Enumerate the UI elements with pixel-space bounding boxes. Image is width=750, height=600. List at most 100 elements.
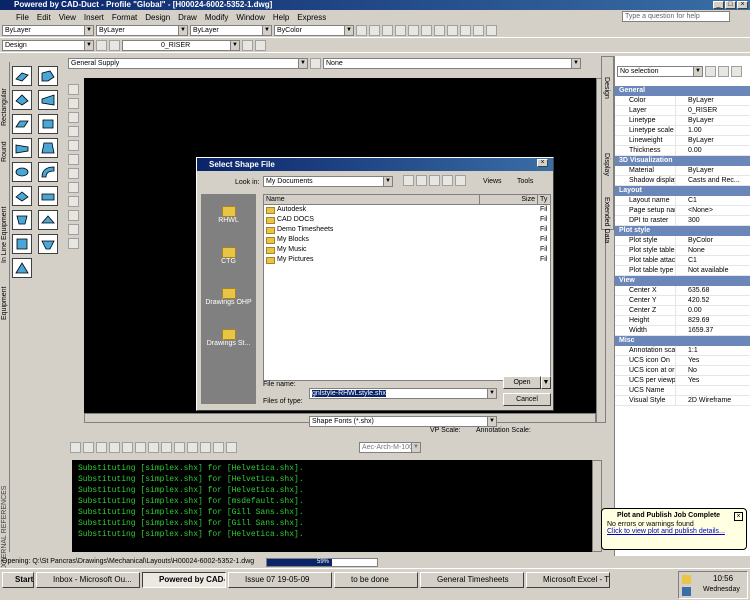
center-mark-icon[interactable] — [213, 441, 224, 453]
tab-round[interactable]: Round — [1, 128, 8, 162]
make-current-icon[interactable] — [242, 40, 253, 51]
printer-tray-icon[interactable] — [682, 575, 691, 584]
property-row[interactable]: Plot table type Not available — [615, 266, 750, 276]
property-row[interactable]: Center Y 420.52 — [615, 296, 750, 306]
rect-reducer-icon[interactable] — [12, 138, 32, 158]
table-icon[interactable] — [68, 224, 79, 235]
layer-previous-icon[interactable] — [255, 40, 266, 51]
menu-view[interactable]: View — [59, 13, 76, 22]
selection-combo[interactable]: No selection ▼ — [617, 65, 703, 77]
look-in-combo[interactable]: My Documents ▼ — [263, 176, 393, 187]
menu-draw[interactable]: Draw — [178, 13, 197, 22]
property-value[interactable]: ByLayer — [675, 136, 750, 145]
layer-name-combo[interactable]: 0_RISER ▼ — [122, 40, 240, 51]
leader-icon[interactable] — [187, 441, 198, 453]
file-row[interactable]: My Pictures Fil — [264, 255, 550, 265]
network-tray-icon[interactable] — [682, 587, 691, 596]
circle-icon[interactable] — [68, 140, 79, 151]
property-row[interactable]: UCS per viewportYes — [615, 376, 750, 386]
dim-edit-icon[interactable] — [226, 441, 237, 453]
property-row[interactable]: Thickness 0.00 — [615, 146, 750, 156]
rect-shoe-icon[interactable] — [38, 114, 58, 134]
property-row[interactable]: Color ByLayer — [615, 96, 750, 106]
cut-icon[interactable] — [408, 25, 419, 36]
property-row[interactable]: Annotation scale1:1 — [615, 346, 750, 356]
file-row[interactable]: Autodesk Fil — [264, 205, 550, 215]
system-settings-icon[interactable] — [310, 57, 321, 69]
file-row[interactable]: My Music Fil — [264, 245, 550, 255]
polyline-icon[interactable] — [68, 98, 79, 109]
property-row[interactable]: Visual Style 2D Wireframe — [615, 396, 750, 406]
task-to-be-done[interactable]: to be done — [334, 572, 418, 588]
undo-icon[interactable] — [447, 25, 458, 36]
property-row[interactable]: Plot table attache...C1 — [615, 256, 750, 266]
tools-menu[interactable]: Tools — [517, 178, 533, 185]
place-drawings-ohp[interactable]: Drawings OHP — [201, 276, 256, 317]
color-combo[interactable]: ByColor ▼ — [274, 25, 354, 36]
property-row[interactable]: Plot style ByColor — [615, 236, 750, 246]
copy-icon[interactable] — [421, 25, 432, 36]
angular-icon[interactable] — [148, 441, 159, 453]
property-section-header[interactable]: Layout — [615, 186, 750, 196]
property-row[interactable]: UCS icon at originNo — [615, 366, 750, 376]
property-value[interactable]: <None> — [675, 206, 750, 215]
rectangle-icon[interactable] — [68, 112, 79, 123]
property-value[interactable]: 1659.37 — [675, 326, 750, 335]
place-ctg[interactable]: CTG — [201, 235, 256, 276]
property-row[interactable]: Lineweight ByLayer — [615, 136, 750, 146]
arc-length-icon[interactable] — [96, 441, 107, 453]
ordinate-icon[interactable] — [109, 441, 120, 453]
property-section-header[interactable]: General — [615, 86, 750, 96]
rect-transition-icon[interactable] — [38, 90, 58, 110]
save-icon[interactable] — [382, 25, 393, 36]
system-combo[interactable]: General Supply ▼ — [68, 57, 308, 69]
property-row[interactable]: Linetype ByLayer — [615, 116, 750, 126]
select-objects-icon[interactable] — [718, 65, 729, 77]
rect-duct-icon[interactable] — [12, 66, 32, 86]
property-value[interactable]: No — [675, 366, 750, 375]
task-general-timesheets[interactable]: General Timesheets — [420, 572, 524, 588]
place-drawings-st[interactable]: Drawings St... — [201, 317, 256, 358]
close-button[interactable]: × — [737, 1, 748, 9]
none-combo[interactable]: None ▼ — [323, 57, 581, 69]
column-type[interactable]: Ty — [538, 195, 550, 204]
property-value[interactable] — [675, 386, 750, 395]
property-value[interactable]: 829.69 — [675, 316, 750, 325]
property-row[interactable]: Center X 635.68 — [615, 286, 750, 296]
round-elbow-icon[interactable] — [38, 162, 58, 182]
open-dropdown-button[interactable]: ▼ — [541, 376, 551, 389]
linear-dim-icon[interactable] — [70, 441, 81, 453]
task-cad-duct[interactable]: Powered by CAD-... — [142, 572, 226, 588]
column-size[interactable]: Size — [480, 195, 538, 204]
inline-fan-icon[interactable] — [12, 210, 32, 230]
up-folder-icon[interactable] — [416, 175, 427, 186]
radius-icon[interactable] — [122, 441, 133, 453]
hatch-icon[interactable] — [68, 196, 79, 207]
search-web-icon[interactable] — [429, 175, 440, 186]
property-row[interactable]: Material ByLayer — [615, 166, 750, 176]
design-combo[interactable]: Design ▼ — [2, 40, 94, 51]
rect-tee-icon[interactable] — [12, 90, 32, 110]
linetype-combo[interactable]: ByLayer ▼ — [96, 25, 188, 36]
equipment-unit-icon[interactable] — [12, 258, 32, 278]
inline-silencer-icon[interactable] — [38, 186, 58, 206]
toggle-pickadd-icon[interactable] — [705, 65, 716, 77]
dialog-close-button[interactable]: × — [537, 159, 548, 167]
property-value[interactable]: 300 — [675, 216, 750, 225]
start-button[interactable]: Start — [2, 572, 34, 588]
zoom-icon[interactable] — [486, 25, 497, 36]
menu-express[interactable]: Express — [297, 13, 326, 22]
aligned-dim-icon[interactable] — [83, 441, 94, 453]
property-row[interactable]: Center Z 0.00 — [615, 306, 750, 316]
place-rhwl[interactable]: RHWL — [201, 194, 256, 235]
property-value[interactable]: 635.68 — [675, 286, 750, 295]
filename-input[interactable]: gnlstyle-RHWLstyle.shx ▼ — [309, 388, 497, 399]
property-value[interactable]: ByLayer — [675, 116, 750, 125]
property-section-header[interactable]: View — [615, 276, 750, 286]
quick-select-icon[interactable] — [731, 65, 742, 77]
menu-format[interactable]: Format — [112, 13, 137, 22]
menu-design[interactable]: Design — [145, 13, 170, 22]
maximize-button[interactable]: □ — [725, 1, 736, 9]
menu-insert[interactable]: Insert — [84, 13, 104, 22]
property-row[interactable]: Height 829.69 — [615, 316, 750, 326]
